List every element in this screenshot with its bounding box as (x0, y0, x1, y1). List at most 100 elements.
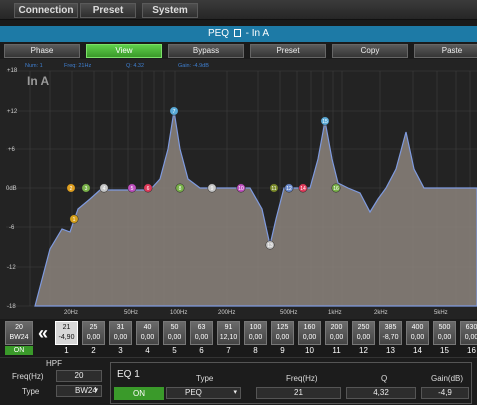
eq-point-12[interactable]: 12 (284, 183, 294, 193)
eq-point-9[interactable]: 9 (207, 183, 217, 193)
eq-point-number: 12 (286, 186, 292, 192)
channel-button-16[interactable]: 630 0,00 (460, 321, 477, 345)
eq-point-number: 15 (322, 119, 328, 125)
eq-point-5[interactable]: 5 (127, 183, 137, 193)
x-tick-label: 50Hz (124, 310, 138, 316)
hpf-button-freq: 20 (15, 324, 23, 331)
channel-freq: 21 (62, 324, 71, 331)
y-tick-label: +18 (7, 68, 18, 74)
channel-button-15[interactable]: 500 0,00 (433, 321, 456, 345)
channel-freq: 400 (411, 324, 424, 331)
channel-button-5[interactable]: 50 0,00 (163, 321, 186, 345)
channel-gain: -4,90 (58, 334, 75, 341)
hpf-freq-label: Freq(Hz) (12, 372, 44, 381)
channel-button-9[interactable]: 125 0,00 (271, 321, 294, 345)
eq-point-number: 13 (267, 243, 273, 249)
eq-q-label: Q (381, 374, 388, 383)
eq-band-panel: EQ 1 ON Type PEQ ▾ Freq(Hz) 21 Q 4,32 Ga… (110, 362, 472, 404)
readout-num: Num: 1 (25, 63, 43, 69)
y-tick-label: 0dB (6, 186, 17, 192)
hpf-on-indicator[interactable]: ON (5, 346, 33, 355)
channel-freq: 31 (116, 324, 125, 331)
eq-point-number: 2 (70, 186, 73, 192)
menu-system[interactable]: System (142, 3, 198, 18)
eq-point-7[interactable]: 7 (169, 106, 179, 116)
bypass-button[interactable]: Bypass (168, 44, 244, 58)
channel-button-7[interactable]: 91 12,10 (217, 321, 240, 345)
paste-button[interactable]: Paste (414, 44, 477, 58)
channel-gain: 0,00 (410, 334, 425, 341)
eq-type-select[interactable]: PEQ ▾ (166, 387, 241, 399)
channel-freq: 25 (89, 324, 98, 331)
channel-button-4[interactable]: 40 0,00 (136, 321, 159, 345)
eq-point-number: 16 (333, 186, 339, 192)
eq-graph-svg[interactable]: +18 +12 +6 0dB -6 -12 -18 20Hz 50Hz 100H… (0, 59, 477, 319)
channel-number: 11 (332, 346, 341, 355)
eq-point-number: 6 (147, 186, 150, 192)
channel-gain: 0,00 (86, 334, 101, 341)
eq-point-3[interactable]: 3 (81, 183, 91, 193)
x-tick-label: 1kHz (328, 310, 342, 316)
channel-freq: 100 (249, 324, 262, 331)
hpf-type-select[interactable]: BW24 ▾ (56, 385, 102, 397)
eq-point-11[interactable]: 11 (269, 183, 279, 193)
hpf-freq-input[interactable]: 20 (56, 370, 102, 382)
graph-label: In A (27, 74, 50, 88)
channel-gain: 0,00 (140, 334, 155, 341)
eq-point-number: 7 (173, 109, 176, 115)
channel-button-2[interactable]: 25 0,00 (82, 321, 105, 345)
channel-button-12[interactable]: 250 0,00 (352, 321, 375, 345)
channel-gain: 0,00 (275, 334, 290, 341)
eq-graph[interactable]: +18 +12 +6 0dB -6 -12 -18 20Hz 50Hz 100H… (0, 59, 477, 319)
eq-point-13[interactable]: 13 (265, 240, 275, 250)
channel-button-13[interactable]: 385 -8,70 (379, 321, 402, 345)
channel-number: 9 (280, 346, 285, 355)
preset-button[interactable]: Preset (250, 44, 326, 58)
channel-button-3[interactable]: 31 0,00 (109, 321, 132, 345)
eq-point-1[interactable]: 1 (69, 214, 79, 224)
x-tick-label: 2kHz (374, 310, 388, 316)
channel-button-6[interactable]: 63 0,00 (190, 321, 213, 345)
eq-freq-input[interactable]: 21 (256, 387, 341, 399)
channel-number: 13 (386, 346, 395, 355)
eq-point-14[interactable]: 14 (298, 183, 308, 193)
hpf-type-label: Type (22, 387, 40, 396)
eq-point-4[interactable]: 4 (99, 183, 109, 193)
menu-preset[interactable]: Preset (80, 3, 136, 18)
channel-number: 1 (64, 346, 69, 355)
window-title: PEQ - In A (0, 26, 477, 42)
eq-gain-label: Gain(dB) (431, 374, 464, 383)
y-tick-label: +12 (7, 109, 18, 115)
eq-point-2[interactable]: 2 (66, 183, 76, 193)
eq-gain-input[interactable]: -4,9 (421, 387, 469, 399)
hpf-button[interactable]: 20 BW24 (5, 321, 33, 345)
channel-freq: 385 (384, 324, 397, 331)
channel-number: 16 (467, 346, 476, 355)
menu-connection[interactable]: Connection (14, 3, 78, 18)
phase-button[interactable]: Phase (4, 44, 80, 58)
eq-point-8[interactable]: 8 (175, 183, 185, 193)
channel-freq: 50 (170, 324, 179, 331)
x-tick-label: 500Hz (280, 310, 297, 316)
eq-freq-label: Freq(Hz) (286, 374, 318, 383)
channel-gain: 12,10 (219, 334, 238, 341)
eq-point-6[interactable]: 6 (143, 183, 153, 193)
channel-button-14[interactable]: 400 0,00 (406, 321, 429, 345)
channel-button-1[interactable]: 21 -4,90 (55, 321, 78, 345)
channel-button-11[interactable]: 200 0,00 (325, 321, 348, 345)
eq-point-16[interactable]: 16 (331, 183, 341, 193)
eq-point-10[interactable]: 10 (236, 183, 246, 193)
eq-on-button[interactable]: ON (114, 387, 164, 400)
channel-button-8[interactable]: 100 0,00 (244, 321, 267, 345)
menu-bar: Connection Preset System (0, 0, 477, 20)
eq-point-15[interactable]: 15 (320, 116, 330, 126)
copy-button[interactable]: Copy (332, 44, 408, 58)
view-button[interactable]: View (86, 44, 162, 58)
channel-number: 12 (359, 346, 368, 355)
channel-number: 7 (226, 346, 231, 355)
channel-button-10[interactable]: 160 0,00 (298, 321, 321, 345)
channel-freq: 40 (143, 324, 152, 331)
chevron-left-icon[interactable]: « (38, 323, 48, 344)
y-tick-label: -6 (9, 225, 15, 231)
eq-q-input[interactable]: 4,32 (346, 387, 416, 399)
